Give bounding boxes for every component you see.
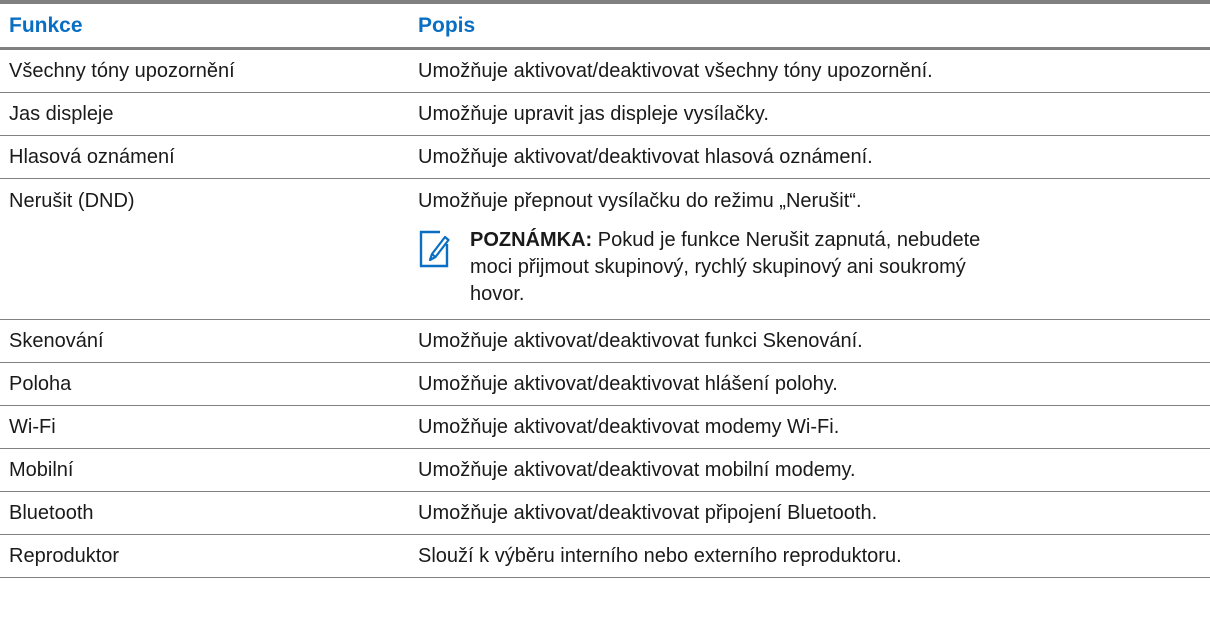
note-box: POZNÁMKA: Pokud je funkce Nerušit zapnut…	[418, 227, 1210, 308]
table-row: Mobilní Umožňuje aktivovat/deaktivovat m…	[0, 448, 1210, 492]
table-row: Všechny tóny upozornění Umožňuje aktivov…	[0, 48, 1210, 93]
description-cell: Umožňuje aktivovat/deaktivovat funkci Sk…	[409, 319, 1210, 363]
table-row: Hlasová oznámení Umožňuje aktivovat/deak…	[0, 135, 1210, 179]
feature-cell: Hlasová oznámení	[0, 135, 409, 179]
feature-cell: Skenování	[0, 319, 409, 363]
note-label: POZNÁMKA:	[470, 229, 593, 251]
description-cell: Umožňuje aktivovat/deaktivovat hlasová o…	[409, 135, 1210, 179]
table-row: Skenování Umožňuje aktivovat/deaktivovat…	[0, 319, 1210, 363]
table-row: Jas displeje Umožňuje upravit jas disple…	[0, 92, 1210, 136]
description-cell: Umožňuje aktivovat/deaktivovat mobilní m…	[409, 448, 1210, 492]
description-cell: Slouží k výběru interního nebo externího…	[409, 534, 1210, 578]
table-row: Wi-Fi Umožňuje aktivovat/deaktivovat mod…	[0, 405, 1210, 449]
note-pencil-icon	[418, 227, 470, 276]
feature-cell: Poloha	[0, 362, 409, 406]
features-table: Funkce Popis Všechny tóny upozornění Umo…	[0, 0, 1210, 578]
description-cell: Umožňuje aktivovat/deaktivovat připojení…	[409, 491, 1210, 535]
header-feature: Funkce	[0, 0, 409, 50]
description-cell: Umožňuje přepnout vysílačku do režimu „N…	[409, 178, 1210, 320]
note-text: POZNÁMKA: Pokud je funkce Nerušit zapnut…	[470, 227, 990, 308]
feature-cell: Nerušit (DND)	[0, 178, 409, 320]
feature-cell: Jas displeje	[0, 92, 409, 136]
feature-cell: Wi-Fi	[0, 405, 409, 449]
feature-cell: Všechny tóny upozornění	[0, 48, 409, 93]
description-cell: Umožňuje aktivovat/deaktivovat všechny t…	[409, 48, 1210, 93]
table-row: Reproduktor Slouží k výběru interního ne…	[0, 534, 1210, 578]
feature-cell: Mobilní	[0, 448, 409, 492]
table-header-row: Funkce Popis	[0, 0, 1210, 50]
table-row: Poloha Umožňuje aktivovat/deaktivovat hl…	[0, 362, 1210, 406]
description-cell: Umožňuje aktivovat/deaktivovat hlášení p…	[409, 362, 1210, 406]
table-row: Nerušit (DND) Umožňuje přepnout vysílačk…	[0, 178, 1210, 320]
table-row: Bluetooth Umožňuje aktivovat/deaktivovat…	[0, 491, 1210, 535]
header-description: Popis	[409, 0, 1210, 50]
description-cell: Umožňuje upravit jas displeje vysílačky.	[409, 92, 1210, 136]
description-cell: Umožňuje aktivovat/deaktivovat modemy Wi…	[409, 405, 1210, 449]
feature-cell: Bluetooth	[0, 491, 409, 535]
description-text: Umožňuje přepnout vysílačku do režimu „N…	[418, 190, 862, 212]
feature-cell: Reproduktor	[0, 534, 409, 578]
